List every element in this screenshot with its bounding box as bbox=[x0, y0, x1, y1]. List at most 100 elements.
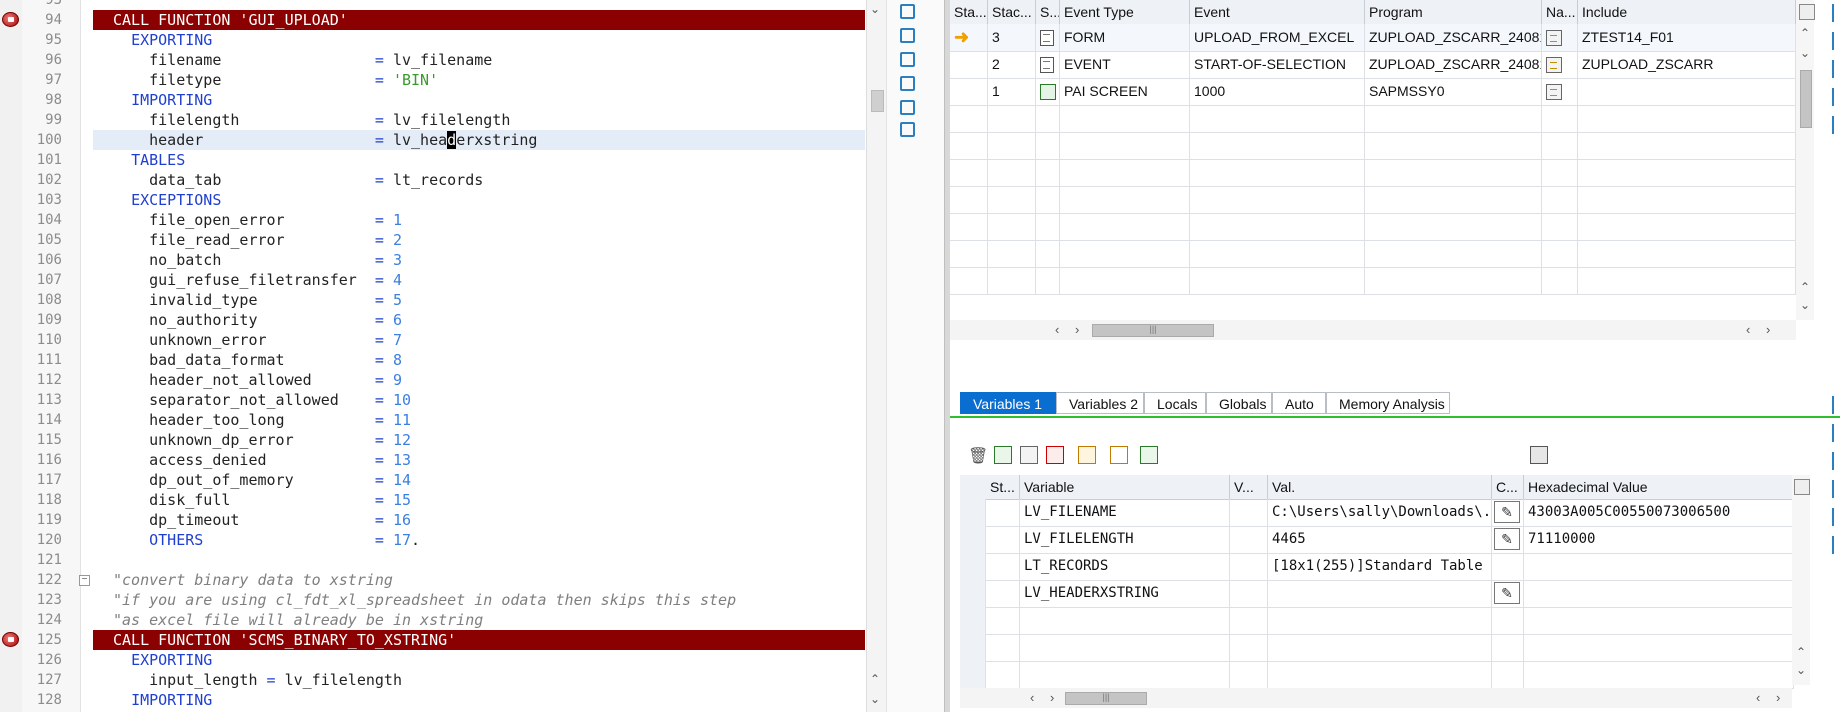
variable-name-cell[interactable]: LV_HEADERXSTRING bbox=[1020, 580, 1230, 607]
breakpoint-icon[interactable] bbox=[2, 12, 19, 27]
variable-name-cell[interactable]: LV_FILELENGTH bbox=[1020, 526, 1230, 553]
edit-value-icon[interactable]: ✎ bbox=[1492, 499, 1524, 526]
variable-name-cell[interactable] bbox=[1020, 607, 1230, 634]
remove-variable-icon[interactable] bbox=[1046, 446, 1064, 464]
stack-column-header[interactable]: Na... bbox=[1542, 0, 1578, 24]
stack-row[interactable]: ➜ 3 FORM UPLOAD_FROM_EXCEL ZUPLOAD_ZSCARR_24… bbox=[950, 24, 1796, 52]
side-tool-icon[interactable] bbox=[1832, 508, 1842, 526]
scroll-up-icon[interactable]: ⌃ bbox=[1800, 26, 1810, 40]
table-view-icon[interactable] bbox=[1020, 446, 1038, 464]
variable-empty-row[interactable] bbox=[960, 661, 1794, 689]
editor-vertical-scrollbar[interactable]: ⌄ ⌃ ⌄ bbox=[866, 0, 887, 712]
scroll-right-icon[interactable]: › bbox=[1776, 690, 1780, 705]
scroll-up-icon[interactable]: ⌄ bbox=[870, 2, 880, 16]
variable-row[interactable]: LV_HEADERXSTRING ✎ bbox=[960, 580, 1794, 608]
variables-column-header[interactable]: Hexadecimal Value bbox=[1524, 475, 1794, 499]
tab-variables-1[interactable]: Variables 1 bbox=[960, 392, 1056, 414]
scroll-left-icon[interactable]: ‹ bbox=[1055, 322, 1059, 337]
code-text[interactable]: "convert binary data to xstring bbox=[93, 570, 865, 590]
code-text[interactable]: invalid_type = 5 bbox=[93, 290, 865, 310]
side-tool-icon[interactable] bbox=[1832, 424, 1842, 442]
code-text[interactable]: EXPORTING bbox=[93, 650, 865, 670]
variables-column-header[interactable]: V... bbox=[1230, 475, 1268, 499]
settings-icon[interactable] bbox=[898, 120, 920, 142]
code-text[interactable]: file_open_error = 1 bbox=[93, 210, 865, 230]
side-tool-icon[interactable] bbox=[1832, 116, 1842, 134]
code-line[interactable]: 117 dp_out_of_memory = 14 bbox=[0, 470, 866, 490]
code-text[interactable]: unknown_error = 7 bbox=[93, 330, 865, 350]
code-line[interactable]: 124 "as excel file will already be in xst… bbox=[0, 610, 866, 630]
code-line[interactable]: 109 no_authority = 6 bbox=[0, 310, 866, 330]
code-text[interactable]: EXCEPTIONS bbox=[93, 190, 865, 210]
stack-column-header[interactable]: S... bbox=[1036, 0, 1060, 24]
scroll-down-icon[interactable]: ⌄ bbox=[1800, 46, 1810, 60]
code-text[interactable]: TABLES bbox=[93, 150, 865, 170]
insert-row-icon[interactable] bbox=[994, 446, 1012, 464]
row-selector[interactable] bbox=[960, 607, 986, 634]
code-line[interactable]: 120 OTHERS = 17. bbox=[0, 530, 866, 550]
stack-column-header[interactable]: Stac... bbox=[988, 0, 1036, 24]
tab-auto[interactable]: Auto bbox=[1272, 392, 1326, 414]
scroll-up-icon[interactable]: ⌃ bbox=[870, 672, 880, 686]
scroll-right-icon[interactable]: › bbox=[1766, 322, 1770, 337]
refresh-icon[interactable] bbox=[898, 98, 920, 120]
row-selector[interactable] bbox=[960, 553, 986, 580]
scroll-down-icon[interactable]: ⌄ bbox=[1800, 298, 1810, 312]
code-text[interactable]: EXPORTING bbox=[93, 30, 865, 50]
code-text[interactable]: dp_timeout = 16 bbox=[93, 510, 865, 530]
side-tool-icon[interactable] bbox=[1832, 452, 1842, 470]
code-line[interactable]: 93 bbox=[0, 0, 866, 10]
variables-vertical-scrollbar[interactable]: ⌃ ⌄ bbox=[1792, 475, 1810, 685]
tab-globals[interactable]: Globals bbox=[1206, 392, 1272, 414]
stack-row[interactable]: 2 EVENT START-OF-SELECTION ZUPLOAD_ZSCARR_2… bbox=[950, 51, 1796, 79]
code-text[interactable]: header_too_long = 11 bbox=[93, 410, 865, 430]
variables-column-header[interactable]: St... bbox=[986, 475, 1020, 499]
code-text[interactable]: OTHERS = 17. bbox=[93, 530, 865, 550]
code-line[interactable]: 99 filelength = lv_filelength bbox=[0, 110, 866, 130]
code-text[interactable]: input_length = lv_filelength bbox=[93, 670, 865, 690]
code-text[interactable]: no_authority = 6 bbox=[93, 310, 865, 330]
code-text[interactable]: "if you are using cl_fdt_xl_spreadsheet … bbox=[93, 590, 865, 610]
code-line[interactable]: 96 filename = lv_filename bbox=[0, 50, 866, 70]
code-text[interactable]: CALL FUNCTION 'GUI_UPLOAD' bbox=[93, 10, 865, 30]
code-text[interactable]: file_read_error = 2 bbox=[93, 230, 865, 250]
code-line[interactable]: 98 IMPORTING bbox=[0, 90, 866, 110]
new-breakpoint-icon[interactable] bbox=[898, 2, 920, 24]
stack-vertical-scrollbar[interactable]: ⌃ ⌄ ⌃ ⌄ bbox=[1796, 0, 1815, 320]
row-selector[interactable] bbox=[960, 634, 986, 661]
variables-column-header[interactable]: Variable bbox=[1020, 475, 1230, 499]
code-text[interactable]: IMPORTING bbox=[93, 90, 865, 110]
code-line[interactable]: 108 invalid_type = 5 bbox=[0, 290, 866, 310]
row-selector[interactable] bbox=[960, 499, 986, 526]
code-text[interactable]: filelength = lv_filelength bbox=[93, 110, 865, 130]
scroll-left-icon[interactable]: ‹ bbox=[1746, 322, 1750, 337]
tab-variables-2[interactable]: Variables 2 bbox=[1056, 392, 1144, 414]
row-selector[interactable] bbox=[960, 661, 986, 688]
variable-row[interactable]: LT_RECORDS [18x1(255)]Standard Table bbox=[960, 553, 1794, 581]
side-tool-icon[interactable] bbox=[1832, 60, 1842, 78]
code-line[interactable]: 118 disk_full = 15 bbox=[0, 490, 866, 510]
layout-icon[interactable] bbox=[898, 74, 920, 96]
code-line[interactable]: 106 no_batch = 3 bbox=[0, 250, 866, 270]
code-line[interactable]: 100 header = lv_headerxstring bbox=[0, 130, 866, 150]
scroll-down-icon[interactable]: ⌄ bbox=[1796, 663, 1806, 677]
tab-locals[interactable]: Locals bbox=[1144, 392, 1206, 414]
edit-value-icon[interactable]: ✎ bbox=[1492, 580, 1524, 607]
fold-toggle-icon[interactable]: − bbox=[79, 575, 90, 586]
code-line[interactable]: 102 data_tab = lt_records bbox=[0, 170, 866, 190]
code-text[interactable]: bad_data_format = 8 bbox=[93, 350, 865, 370]
navigate-icon[interactable] bbox=[1542, 24, 1578, 51]
stack-scroll-thumb[interactable] bbox=[1800, 70, 1812, 128]
code-line[interactable]: 112 header_not_allowed = 9 bbox=[0, 370, 866, 390]
code-text[interactable]: separator_not_allowed = 10 bbox=[93, 390, 865, 410]
variable-name-cell[interactable] bbox=[1020, 661, 1230, 688]
scroll-down-icon[interactable]: ⌄ bbox=[870, 692, 880, 706]
code-line[interactable]: 95 EXPORTING bbox=[0, 30, 866, 50]
code-text[interactable]: disk_full = 15 bbox=[93, 490, 865, 510]
scroll-right-icon[interactable]: › bbox=[1075, 322, 1079, 337]
code-line[interactable]: 113 separator_not_allowed = 10 bbox=[0, 390, 866, 410]
tab-memory-analysis[interactable]: Memory Analysis bbox=[1326, 392, 1450, 414]
code-text[interactable]: header = lv_headerxstring bbox=[93, 130, 865, 150]
breakpoint-code-line[interactable]: 125 CALL FUNCTION 'SCMS_BINARY_TO_XSTRING… bbox=[0, 630, 866, 650]
variable-row[interactable]: LV_FILELENGTH 4465 ✎ 71110000 bbox=[960, 526, 1794, 554]
